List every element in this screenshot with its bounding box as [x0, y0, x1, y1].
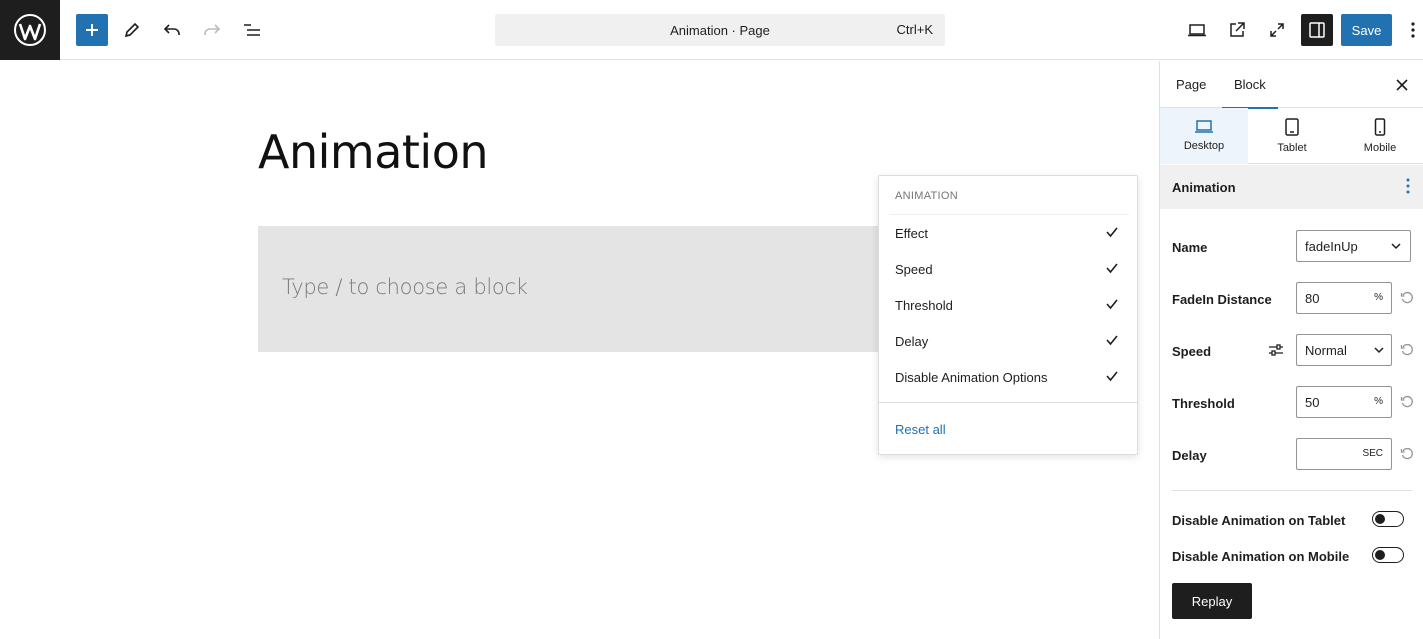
popover-item-label: Delay [895, 333, 929, 349]
popover-item-label: Effect [895, 225, 929, 241]
document-overview-button[interactable] [236, 14, 268, 46]
desktop-icon [1188, 24, 1206, 37]
device-preview-button[interactable] [1181, 14, 1213, 46]
fullscreen-icon [1270, 23, 1284, 37]
editor-toolbar: Animation · Page Ctrl+K Save [0, 0, 1423, 60]
desktop-icon [1195, 120, 1213, 133]
tab-page[interactable]: Page [1176, 61, 1206, 108]
reset-icon[interactable] [1400, 447, 1414, 461]
command-title: Animation · Page [670, 22, 770, 38]
select-value: fadeInUp [1305, 238, 1358, 254]
tablet-icon [1285, 118, 1299, 136]
redo-icon [204, 24, 221, 35]
popover-heading: ANIMATION [895, 190, 958, 202]
animation-panel-header[interactable]: Animation [1160, 165, 1423, 209]
command-palette-bar[interactable]: Animation · Page Ctrl+K [495, 14, 945, 46]
speed-label: Speed [1172, 344, 1212, 359]
undo-button[interactable] [156, 14, 188, 46]
select-value: Normal [1305, 342, 1347, 358]
input-value: 80 [1305, 290, 1320, 306]
save-button[interactable]: Save [1341, 14, 1392, 46]
external-link-icon [1230, 22, 1245, 37]
disable-tablet-label: Disable Animation on Tablet [1172, 513, 1346, 528]
fadein-distance-input[interactable]: 80 % [1296, 282, 1392, 314]
disable-tablet-toggle[interactable] [1372, 511, 1404, 527]
check-icon [1106, 227, 1118, 238]
reset-all-button[interactable]: Reset all [895, 422, 946, 437]
popover-item-speed[interactable]: Speed [879, 251, 1137, 287]
check-icon [1106, 263, 1118, 274]
wordpress-logo-icon[interactable] [0, 0, 60, 60]
popover-item-disable-options[interactable]: Disable Animation Options [879, 359, 1137, 395]
more-vertical-icon[interactable] [1406, 178, 1410, 194]
threshold-input[interactable]: 50 % [1296, 386, 1392, 418]
replay-button[interactable]: Replay [1172, 583, 1252, 619]
disable-mobile-toggle[interactable] [1372, 547, 1404, 563]
name-label: Name [1172, 240, 1208, 255]
disable-mobile-label: Disable Animation on Mobile [1172, 549, 1350, 564]
close-sidebar-button[interactable] [1392, 75, 1412, 95]
fadein-distance-label: FadeIn Distance [1172, 292, 1272, 307]
device-label: Desktop [1183, 140, 1225, 152]
animation-options-popover: ANIMATION Effect Speed Threshold Delay D… [878, 175, 1138, 455]
popover-item-label: Speed [895, 261, 933, 277]
popover-item-label: Disable Animation Options [895, 369, 1048, 385]
delay-label: Delay [1172, 448, 1207, 463]
sidebar-tabs: Page Block [1160, 61, 1423, 109]
animation-name-select[interactable]: fadeInUp [1296, 230, 1411, 262]
threshold-label: Threshold [1172, 396, 1235, 411]
mobile-icon [1374, 118, 1386, 136]
speed-select[interactable]: Normal [1296, 334, 1392, 366]
reset-icon[interactable] [1400, 343, 1414, 357]
panel-title: Animation [1172, 180, 1236, 195]
edit-tools-button[interactable] [116, 14, 148, 46]
reset-icon[interactable] [1400, 291, 1414, 305]
check-icon [1106, 371, 1118, 382]
popover-item-threshold[interactable]: Threshold [879, 287, 1137, 323]
check-icon [1106, 335, 1118, 346]
settings-sidebar-toggle[interactable] [1301, 14, 1333, 46]
chevron-down-icon [1391, 243, 1401, 250]
close-icon [1396, 79, 1408, 91]
device-desktop[interactable]: Desktop [1160, 108, 1248, 164]
command-shortcut: Ctrl+K [896, 22, 933, 37]
unit-label: % [1374, 396, 1383, 407]
device-tablet[interactable]: Tablet [1248, 108, 1336, 164]
options-menu-button[interactable] [1404, 14, 1422, 46]
empty-block[interactable]: Type / to choose a block [258, 226, 938, 352]
block-placeholder-text: Type / to choose a block [282, 275, 528, 299]
input-value: 50 [1305, 394, 1320, 410]
unit-label: % [1374, 292, 1383, 303]
reset-icon[interactable] [1400, 395, 1414, 409]
settings-sliders-icon[interactable] [1268, 343, 1284, 357]
fullscreen-button[interactable] [1261, 14, 1293, 46]
tab-block[interactable]: Block [1222, 61, 1278, 109]
unit-label: SEC [1362, 448, 1383, 459]
device-label: Tablet [1277, 142, 1307, 154]
list-view-icon [244, 24, 260, 36]
view-page-button[interactable] [1221, 14, 1253, 46]
add-block-button[interactable] [76, 14, 108, 46]
page-title[interactable]: Animation [258, 125, 489, 179]
divider [879, 402, 1137, 403]
sidebar-icon [1309, 22, 1325, 38]
divider [1172, 490, 1412, 491]
check-icon [1106, 299, 1118, 310]
device-switcher: Desktop Tablet Mobile [1160, 108, 1423, 164]
redo-button[interactable] [196, 14, 228, 46]
popover-item-delay[interactable]: Delay [879, 323, 1137, 359]
device-mobile[interactable]: Mobile [1336, 108, 1423, 164]
settings-sidebar: Page Block Desktop Tablet Mobile Animati… [1159, 61, 1423, 639]
undo-icon [163, 24, 180, 35]
pencil-icon [124, 22, 140, 38]
popover-item-label: Threshold [895, 297, 953, 313]
popover-item-effect[interactable]: Effect [879, 215, 1137, 251]
more-vertical-icon [1411, 22, 1415, 38]
delay-input[interactable]: SEC [1296, 438, 1392, 470]
chevron-down-icon [1374, 347, 1384, 354]
device-label: Mobile [1363, 142, 1397, 154]
